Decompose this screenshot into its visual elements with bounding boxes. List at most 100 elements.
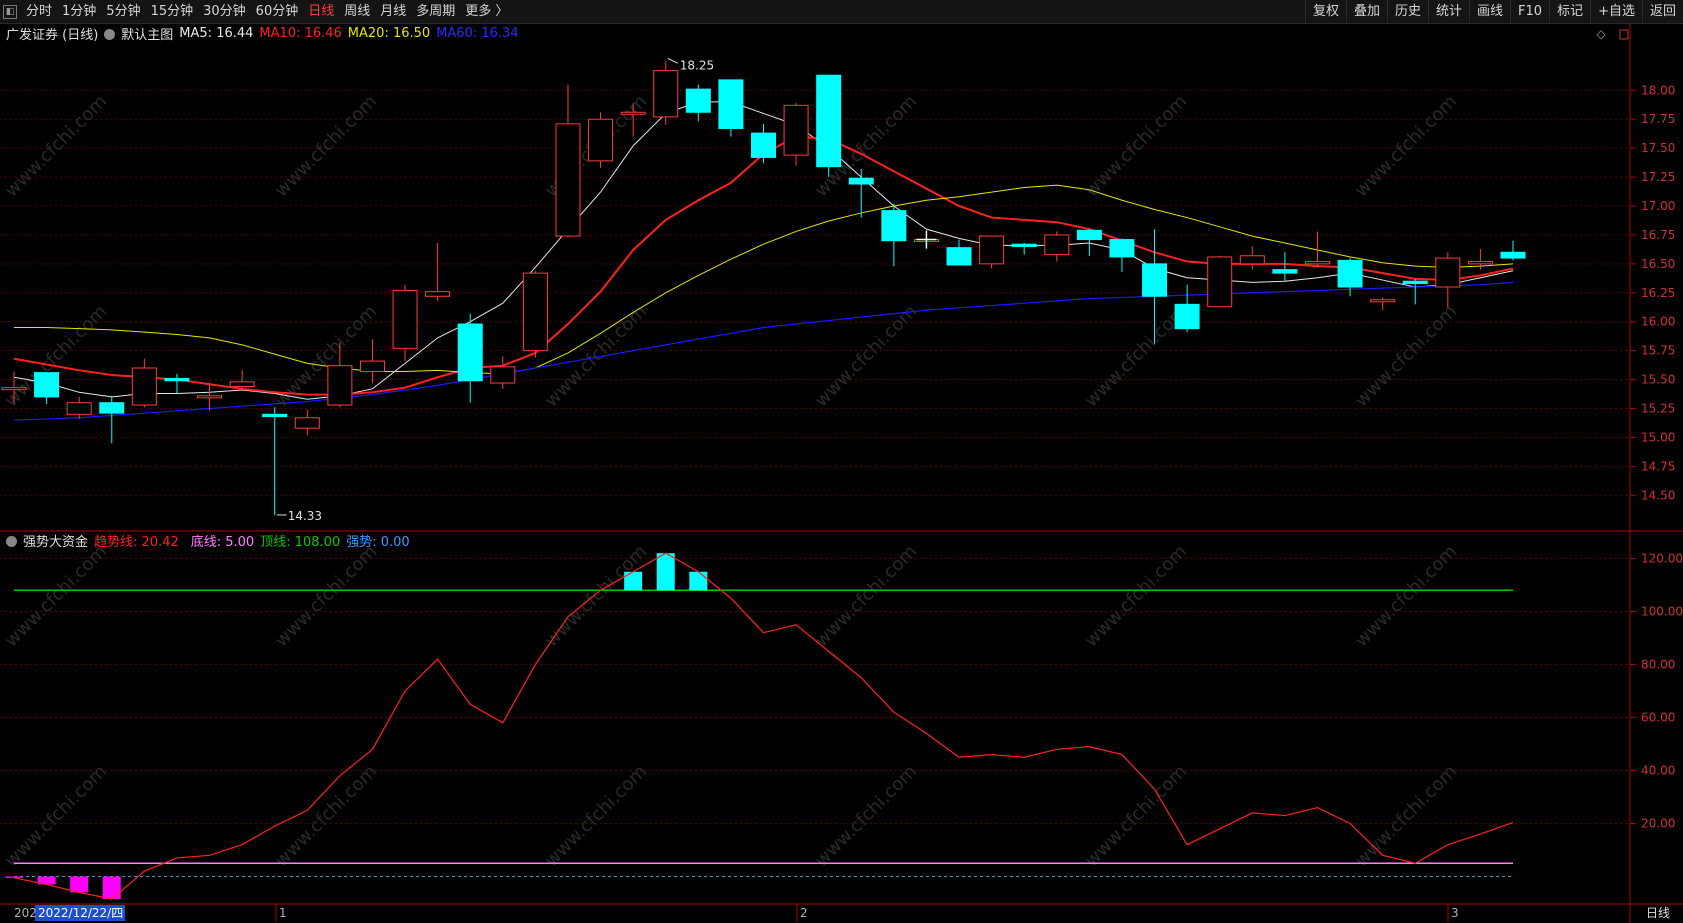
watermark-text: www.cfchi.com <box>1 91 111 201</box>
watermark-text: www.cfchi.com <box>271 91 381 201</box>
candle-body <box>685 88 711 113</box>
candle-body <box>1174 303 1200 330</box>
candle-body <box>946 247 972 266</box>
candle-body <box>1 387 27 391</box>
candle-body <box>555 123 581 237</box>
candle-body <box>653 70 679 118</box>
candle-body <box>1109 239 1135 258</box>
price-tick-label-2: 15.00 <box>1641 430 1675 444</box>
watermark-text: www.cfchi.com <box>1 761 111 871</box>
price-tick-label-7: 16.25 <box>1641 286 1675 300</box>
candle-body <box>1239 255 1265 265</box>
series-line-ma10 <box>13 135 1514 396</box>
candle-body <box>457 323 483 382</box>
weak-bar <box>5 876 23 878</box>
high-marker-line <box>667 57 678 64</box>
candle-body <box>1272 269 1298 274</box>
price-tick-label-8: 16.50 <box>1641 257 1675 271</box>
candle-body <box>131 367 157 406</box>
restore-icon <box>1619 29 1629 40</box>
watermark-text: www.cfchi.com <box>811 761 921 871</box>
weak-bar <box>70 876 89 893</box>
price-tick-label-4: 15.50 <box>1641 373 1675 387</box>
candle-body <box>490 366 516 384</box>
watermark-text: www.cfchi.com <box>1351 91 1461 201</box>
candle-body <box>392 289 418 349</box>
candle-body <box>620 111 646 115</box>
price-tick-label-10: 17.00 <box>1641 199 1675 213</box>
month-mark-0: 1 <box>279 906 287 920</box>
candle-body <box>164 377 190 382</box>
month-mark-1: 2 <box>800 906 808 920</box>
candle-body <box>262 413 288 418</box>
candle-body <box>718 79 744 129</box>
watermark-text: www.cfchi.com <box>1351 301 1461 411</box>
candle-body <box>66 402 92 415</box>
candle-body <box>816 74 842 168</box>
indicator-tick-label-0: 20.00 <box>1641 817 1675 831</box>
watermark-text: www.cfchi.com <box>1081 91 1191 201</box>
indicator-tick-label-3: 80.00 <box>1641 658 1675 672</box>
watermark-text: www.cfchi.com <box>1351 761 1461 871</box>
candle-body <box>848 177 874 185</box>
candle-body <box>1370 299 1396 303</box>
watermark-text: www.cfchi.com <box>1 541 111 651</box>
low-price-label: 14.33 <box>288 509 322 523</box>
candle-body <box>425 291 451 297</box>
candle-body <box>1337 259 1363 288</box>
price-tick-label-14: 18.00 <box>1641 83 1675 97</box>
candle-body <box>522 272 548 352</box>
candle-body <box>1076 229 1102 241</box>
strong-bar <box>689 571 708 591</box>
candle-body <box>588 118 614 162</box>
candle-body <box>359 360 385 372</box>
indicator-tick-label-1: 40.00 <box>1641 764 1675 778</box>
candle-body <box>34 372 60 398</box>
candle-body <box>1304 261 1330 265</box>
candle-body <box>294 417 320 429</box>
watermark-text: www.cfchi.com <box>811 541 921 651</box>
indicator-tick-label-5: 120.00 <box>1641 552 1683 566</box>
high-price-label: 18.25 <box>680 58 714 72</box>
month-mark-2: 3 <box>1451 906 1459 920</box>
candle-body <box>979 235 1005 265</box>
candle-body <box>783 104 809 156</box>
watermark-text: www.cfchi.com <box>541 301 651 411</box>
price-tick-label-5: 15.75 <box>1641 344 1675 358</box>
indicator-tick-label-4: 100.00 <box>1641 605 1683 619</box>
watermark-text: www.cfchi.com <box>541 761 651 871</box>
stock-chart[interactable]: 14.50 14.75 15.00 15.25 15.50 15.75 16.00 16.25… <box>0 0 1683 923</box>
candle-body <box>881 210 907 242</box>
strong-bar <box>656 553 675 591</box>
candle-body <box>1435 257 1461 288</box>
price-tick-label-1: 14.75 <box>1641 459 1675 473</box>
watermark-text: www.cfchi.com <box>811 301 921 411</box>
strong-bar <box>624 571 643 591</box>
series-line-ma60 <box>13 281 1514 421</box>
candle-body <box>1142 263 1168 297</box>
price-tick-label-12: 17.50 <box>1641 141 1675 155</box>
candle-body <box>751 132 776 158</box>
watermark-text: www.cfchi.com <box>1081 761 1191 871</box>
candle-body <box>229 381 255 388</box>
candle-body <box>1207 256 1233 308</box>
price-tick-label-3: 15.25 <box>1641 402 1675 416</box>
trend-line <box>13 552 1514 900</box>
diamond-icon: ◇ <box>1596 27 1606 41</box>
price-tick-label-13: 17.75 <box>1641 112 1675 126</box>
watermark-text: www.cfchi.com <box>1081 541 1191 651</box>
watermark-text: www.cfchi.com <box>541 541 651 651</box>
candle-body <box>1044 234 1070 256</box>
series-line-ma20 <box>14 184 1514 375</box>
candle-body <box>197 395 223 399</box>
candle-body <box>99 402 125 414</box>
candle-body <box>1500 251 1526 259</box>
watermark-text: www.cfchi.com <box>1351 541 1461 651</box>
candle-body <box>327 365 353 406</box>
candle-body <box>1467 261 1493 265</box>
candle-body <box>1402 280 1428 285</box>
date-cursor-label: 2022/12/22/四 <box>38 906 123 920</box>
price-tick-label-11: 17.25 <box>1641 170 1675 184</box>
price-tick-label-0: 14.50 <box>1641 488 1675 502</box>
date-prefix: 202 <box>14 906 37 920</box>
